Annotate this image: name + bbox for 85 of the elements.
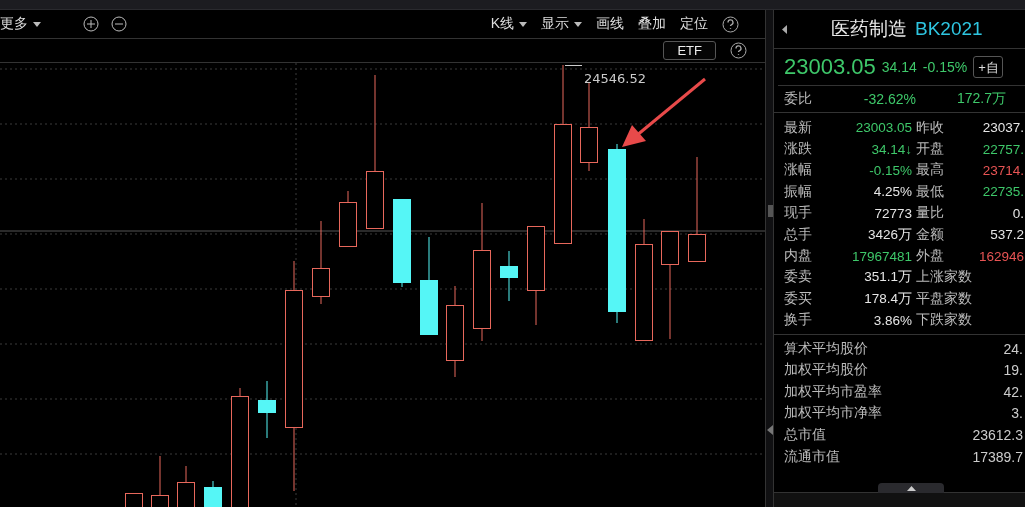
menu-button[interactable]: 定位: [680, 15, 708, 33]
price-label: 24546.52: [584, 71, 647, 86]
candlestick: [177, 465, 195, 507]
dropdown-button[interactable]: 显示: [541, 15, 582, 33]
zoom-out-icon[interactable]: [111, 16, 127, 32]
stat-value: 23612.3: [971, 427, 1023, 444]
stat-label: 最新: [784, 118, 813, 137]
stat-label: 外盘: [916, 247, 945, 266]
stat-label: 下跌家数: [916, 311, 970, 330]
stat-value: 23714.: [981, 162, 1024, 178]
stat-value: 23037.: [981, 120, 1024, 136]
candlestick: [339, 190, 357, 248]
scroll-handle-icon[interactable]: [767, 205, 774, 217]
stat-label: 算术平均股价: [784, 339, 869, 358]
stat-label: 总手: [784, 225, 813, 244]
stat-label: 最高: [916, 161, 945, 180]
stat-value: 72773: [873, 205, 912, 221]
stat-value: 537.2: [989, 227, 1024, 243]
collapse-arrow-icon[interactable]: [767, 425, 773, 435]
add-watchlist-button[interactable]: +自: [973, 56, 1003, 78]
menu-button[interactable]: 叠加: [638, 15, 666, 33]
stat-label: 量比: [916, 204, 945, 223]
stat-value: 24.: [1002, 340, 1023, 357]
stat-label: 昨收: [916, 118, 945, 137]
stat-value: 162946: [977, 248, 1024, 264]
leader-line: [564, 65, 583, 66]
stat-label: 平盘家数: [916, 289, 970, 308]
stat-value: 3426万: [866, 225, 912, 244]
stat-value: 3.: [1010, 405, 1023, 422]
collapse-arrow-icon[interactable]: [782, 24, 787, 34]
stat-label: 委买: [784, 289, 813, 308]
stat-value: 17967481: [850, 248, 912, 264]
help-icon[interactable]: [722, 15, 739, 33]
change-percent: -0.15%: [922, 59, 968, 75]
stat-label: 流通市值: [784, 447, 841, 466]
stat-label: 金额: [916, 225, 945, 244]
stat-label: 最低: [916, 182, 945, 201]
dropdown-button[interactable]: 更多: [0, 15, 41, 33]
candlestick: [500, 250, 518, 302]
stat-label: 委比: [784, 90, 813, 108]
stat-value: 0.: [1011, 205, 1024, 221]
stat-value: 34.14↓: [870, 141, 912, 157]
menu-button[interactable]: 画线: [596, 15, 624, 33]
stat-label: 涨跌: [784, 140, 813, 159]
stat-value: 351.1万: [863, 268, 912, 287]
candlestick: [204, 480, 222, 507]
candlestick: [151, 455, 169, 507]
stat-value: 42.: [1002, 383, 1023, 400]
zoom-in-icon[interactable]: [83, 16, 99, 32]
stat-value: 3.86%: [872, 312, 912, 328]
stat-value: 172.7万: [955, 90, 1006, 108]
stat-label: 委卖: [784, 268, 813, 287]
caret-icon: [33, 21, 41, 27]
stat-value: 178.4万: [863, 289, 912, 308]
candlestick: [125, 492, 143, 507]
price-value: 23003.05: [784, 54, 876, 80]
sector-code: BK2021: [915, 18, 983, 40]
stat-label: 开盘: [916, 140, 945, 159]
stat-label: 振幅: [784, 182, 813, 201]
stat-value: 22735.: [981, 184, 1024, 200]
stat-label: 换手: [784, 311, 813, 330]
stat-label: 加权平均股价: [784, 361, 869, 380]
sector-name: 医药制造: [831, 17, 907, 41]
caret-icon: [574, 21, 582, 27]
etf-button[interactable]: ETF: [663, 41, 716, 60]
change-value: 34.14: [881, 59, 917, 75]
stat-label: 加权平均市盈率: [784, 382, 883, 401]
stat-label: 内盘: [784, 247, 813, 266]
caret-icon: [519, 21, 527, 27]
candlestick: [258, 380, 276, 439]
stat-value: 19.: [1002, 362, 1023, 379]
expand-tab[interactable]: [878, 483, 944, 493]
stat-label: 上涨家数: [916, 268, 970, 287]
stat-value: -32.62%: [862, 91, 916, 107]
stat-label: 涨幅: [784, 161, 813, 180]
stat-label: 总市值: [784, 426, 827, 445]
stat-value: 17389.7: [971, 448, 1023, 465]
stat-value: -0.15%: [868, 162, 912, 178]
stat-label: 现手: [784, 204, 813, 223]
stat-label: 加权平均市净率: [784, 404, 883, 423]
stat-value: 22757.: [981, 141, 1024, 157]
dropdown-button[interactable]: K线: [490, 15, 527, 33]
stat-value: 4.25%: [872, 184, 912, 200]
help-icon[interactable]: [730, 42, 747, 59]
stat-value: 23003.05: [854, 120, 912, 136]
